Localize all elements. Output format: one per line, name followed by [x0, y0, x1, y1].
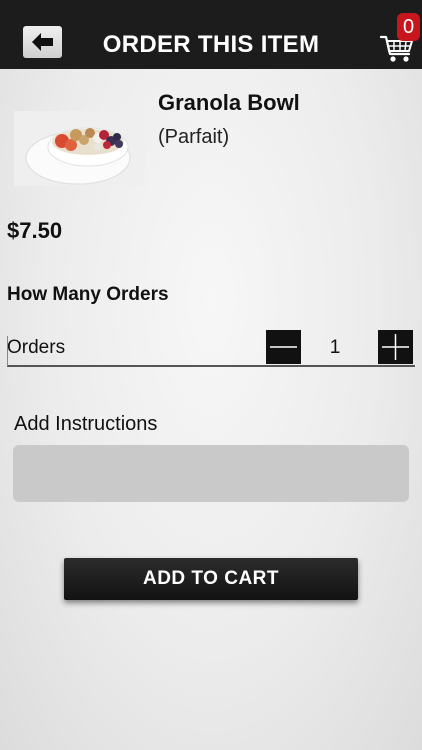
add-to-cart-button[interactable]: ADD TO CART: [64, 558, 358, 600]
page-title: ORDER THIS ITEM: [102, 31, 320, 58]
instructions-label: Add Instructions: [14, 413, 158, 435]
back-button[interactable]: [23, 26, 62, 58]
minus-icon: [270, 346, 297, 348]
plus-icon: [382, 334, 409, 360]
item-subtitle: (Parfait): [158, 126, 230, 148]
cart-count-badge[interactable]: 0: [397, 13, 420, 41]
back-arrow-icon: [31, 33, 53, 51]
orders-quantity-row: Orders 1: [7, 328, 415, 367]
instructions-input[interactable]: [13, 445, 409, 502]
orders-section-title: How Many Orders: [7, 284, 169, 305]
orders-label: Orders: [7, 337, 66, 358]
decrease-quantity-button[interactable]: [266, 330, 301, 364]
item-price: $7.50: [7, 218, 63, 243]
item-photo: [14, 111, 145, 186]
quantity-value: 1: [329, 337, 341, 358]
item-name: Granola Bowl: [158, 90, 300, 115]
increase-quantity-button[interactable]: [378, 330, 413, 364]
app-header: ORDER THIS ITEM 0: [0, 0, 422, 69]
